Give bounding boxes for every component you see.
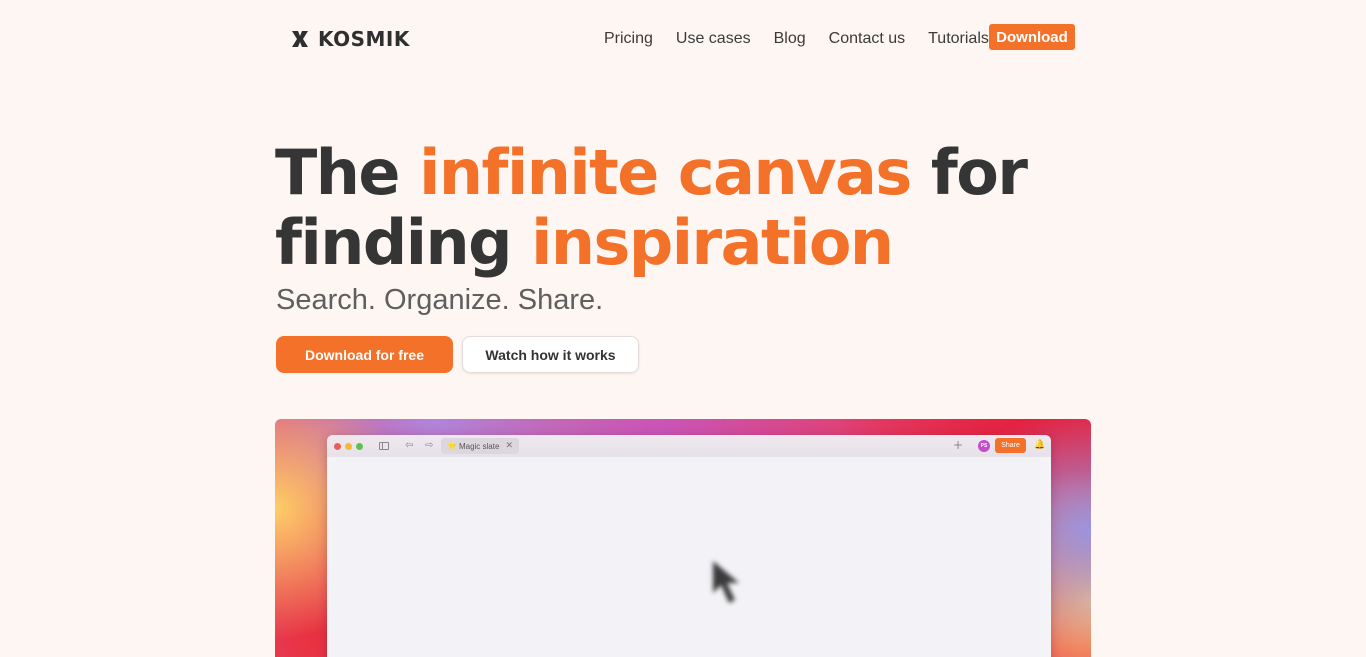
hero-title-text: for bbox=[930, 136, 1028, 209]
tab-label: Magic slate bbox=[458, 441, 500, 451]
nav-use-cases[interactable]: Use cases bbox=[676, 30, 751, 48]
tab-magic-slate[interactable]: ⭐ Magic slate ✕ bbox=[441, 438, 519, 454]
avatar[interactable]: PS bbox=[978, 440, 990, 452]
hero-title-text: The bbox=[275, 136, 420, 209]
app-toolbar: ⇦ ⇨ ⭐ Magic slate ✕ + PS Share 🔔 bbox=[327, 435, 1051, 457]
plus-icon[interactable]: + bbox=[953, 439, 963, 451]
nav-blog[interactable]: Blog bbox=[774, 30, 806, 48]
hero-title-highlight: infinite canvas bbox=[419, 136, 931, 209]
header-download-button[interactable]: Download bbox=[989, 24, 1075, 50]
app-preview-window: ⇦ ⇨ ⭐ Magic slate ✕ + PS Share 🔔 bbox=[327, 435, 1051, 657]
nav-pricing[interactable]: Pricing bbox=[604, 30, 653, 48]
close-window-dot[interactable] bbox=[334, 443, 341, 450]
brand-name: KOSMIK bbox=[318, 27, 410, 51]
hero-title: The infinite canvas for finding inspirat… bbox=[275, 138, 1035, 278]
maximize-window-dot[interactable] bbox=[356, 443, 363, 450]
download-for-free-button[interactable]: Download for free bbox=[276, 336, 453, 373]
app-showcase: ⇦ ⇨ ⭐ Magic slate ✕ + PS Share 🔔 bbox=[275, 419, 1091, 657]
close-tab-icon[interactable]: ✕ bbox=[505, 440, 513, 452]
bell-icon[interactable]: 🔔 bbox=[1034, 439, 1045, 451]
main-nav: Pricing Use cases Blog Contact us Tutori… bbox=[604, 28, 1012, 50]
nav-contact-us[interactable]: Contact us bbox=[829, 30, 905, 48]
kosmik-logo[interactable]: KOSMIK bbox=[290, 26, 410, 52]
cursor-icon bbox=[713, 561, 739, 603]
star-icon: ⭐ bbox=[447, 441, 457, 450]
nav-tutorials[interactable]: Tutorials bbox=[928, 30, 989, 48]
sidebar-toggle-icon[interactable] bbox=[379, 442, 389, 450]
hero-title-text: finding bbox=[275, 206, 532, 279]
hero-subtitle: Search. Organize. Share. bbox=[276, 284, 604, 316]
watch-how-it-works-button[interactable]: Watch how it works bbox=[462, 336, 639, 373]
minimize-window-dot[interactable] bbox=[345, 443, 352, 450]
canvas-area[interactable] bbox=[331, 459, 1047, 657]
site-header: KOSMIK Pricing Use cases Blog Contact us… bbox=[0, 0, 1366, 78]
forward-arrow-icon[interactable]: ⇨ bbox=[425, 440, 433, 452]
back-arrow-icon[interactable]: ⇦ bbox=[405, 440, 413, 452]
hero-title-highlight: inspiration bbox=[531, 206, 894, 279]
share-button[interactable]: Share bbox=[995, 438, 1026, 453]
kosmik-logo-icon bbox=[292, 31, 308, 47]
